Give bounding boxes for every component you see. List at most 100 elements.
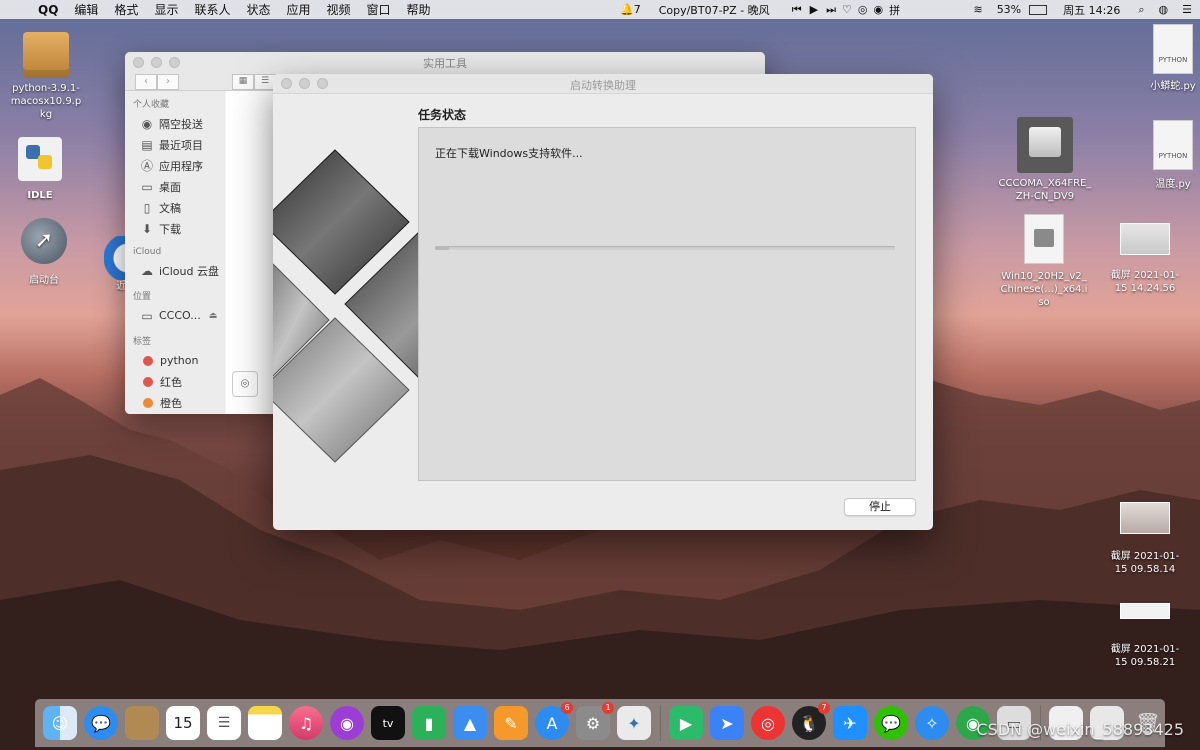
sidebar-item-desktop[interactable]: ▭ 桌面	[125, 176, 225, 197]
feishu-icon[interactable]: ➤	[710, 706, 744, 740]
sidebar-item-documents[interactable]: ▯ 文稿	[125, 197, 225, 218]
desktop-icon-label: 截屏 2021-01-15 09.58.14	[1110, 551, 1180, 575]
desktop-icon-python-file-1[interactable]: PYTHON 小蟒蛇.py	[1140, 24, 1200, 93]
safari-icon[interactable]: ✧	[915, 706, 949, 740]
desktop-icon: ▭	[141, 179, 153, 194]
menu-apps[interactable]: 应用	[278, 1, 318, 18]
sidebar-item-disk[interactable]: ▭ CCCO... ⏏	[125, 305, 225, 326]
menu-edit[interactable]: 编辑	[66, 1, 106, 18]
now-playing-text[interactable]: Copy/BT07-PZ - 晚风	[659, 2, 770, 18]
python-launcher-icon[interactable]: ✦	[617, 706, 651, 740]
clock-text[interactable]: 周五 14:26	[1063, 2, 1120, 18]
menu-contacts[interactable]: 联系人	[186, 1, 238, 18]
stop-button[interactable]: 停止	[844, 498, 916, 516]
app-store-badge: 6	[561, 702, 573, 714]
apple-tv-icon[interactable]: tv	[371, 706, 405, 740]
wifi-icon[interactable]: ≋	[973, 3, 982, 16]
forward-icon[interactable]: ›	[157, 74, 179, 90]
dock-separator	[660, 705, 661, 741]
wechat-icon[interactable]: 💬	[874, 706, 908, 740]
next-track-icon[interactable]: ⏭	[826, 3, 836, 17]
recents-icon: ▤	[141, 137, 153, 152]
desktop-icon-iso[interactable]: Win10_20H2_v2_Chinese(...)_x64.iso	[994, 214, 1094, 309]
spotlight-search-icon[interactable]: ⌕	[1138, 3, 1144, 17]
desktop-icon-label: 截屏 2021-01-15 14.24.56	[1110, 270, 1180, 294]
sidebar-section-icloud: iCloud	[133, 247, 162, 257]
desktop-icon-idle[interactable]: IDLE	[10, 137, 70, 202]
desktop-icon-launchpad[interactable]: ➚ 启动台	[14, 218, 74, 287]
app-menu[interactable]: QQ	[34, 3, 66, 17]
app-store-icon[interactable]: A6	[535, 702, 573, 740]
sidebar-item-downloads[interactable]: ⬇ 下载	[125, 218, 225, 239]
target-icon[interactable]: ◎	[858, 3, 868, 16]
calendar-icon[interactable]: 15	[166, 706, 200, 740]
music-icon[interactable]: ♫	[289, 706, 323, 740]
sidebar-tag-orange[interactable]: 橙色	[125, 392, 225, 413]
icon-view-icon[interactable]: ▦	[232, 74, 254, 90]
sidebar-tag-red[interactable]: 红色	[125, 371, 225, 392]
menu-format[interactable]: 格式	[106, 1, 146, 18]
pages-icon[interactable]: ✎	[494, 706, 528, 740]
messages-icon[interactable]: 💬	[84, 706, 118, 740]
cloud-icon: ☁	[141, 263, 153, 278]
notes-icon[interactable]	[248, 706, 282, 740]
battery-icon[interactable]	[1029, 4, 1048, 15]
siri-icon[interactable]: ◍	[1159, 3, 1169, 16]
desktop-icon-label: 小蟒蛇.py	[1150, 81, 1196, 92]
numbers-icon[interactable]: ▮	[412, 706, 446, 740]
menu-window[interactable]: 窗口	[359, 1, 399, 18]
settings-badge: 1	[602, 702, 614, 714]
disk-icon: ▭	[141, 308, 153, 323]
qq-icon[interactable]: 🐧 7	[792, 702, 830, 740]
notification-bell-icon[interactable]: 🔔	[620, 3, 634, 16]
applications-icon: Ⓐ	[140, 158, 153, 173]
sidebar-tag-python[interactable]: python	[125, 350, 225, 371]
prev-track-icon[interactable]: ⏮	[792, 3, 802, 17]
desktop-icon-python-file-2[interactable]: PYTHON 温度.py	[1140, 120, 1200, 191]
reminders-icon[interactable]: ☰	[207, 706, 241, 740]
desktop-icon-screenshot-2[interactable]: 截屏 2021-01-15 09.58.14	[1100, 502, 1190, 576]
input-method-icon[interactable]: 拼	[889, 2, 900, 18]
netease-music-icon[interactable]: ◎	[751, 706, 785, 740]
disk-drive-icon	[1017, 117, 1073, 173]
desktop-icon-label: 截屏 2021-01-15 09.58.21	[1110, 644, 1180, 668]
menu-view[interactable]: 显示	[146, 1, 186, 18]
podcasts-icon[interactable]: ◉	[330, 706, 364, 740]
menu-bar: QQ 编辑 格式 显示 联系人 状态 应用 视频 窗口 帮助 🔔 7 Copy/…	[0, 0, 1200, 19]
download-icon: ⬇	[141, 221, 153, 236]
sidebar-section-locations: 位置	[133, 292, 152, 302]
sidebar-section-tags: 标签	[133, 337, 152, 347]
finder-title: 实用工具	[423, 57, 467, 70]
desktop-icon-screenshot-1[interactable]: 截屏 2021-01-15 14.24.56	[1100, 223, 1190, 295]
desktop-icon-label: 启动台	[29, 275, 59, 286]
system-preferences-icon[interactable]: ⚙ 1	[576, 702, 614, 740]
dingtalk-icon[interactable]: ✈	[833, 706, 867, 740]
desktop-icon-disk-image[interactable]: CCCOMA_X64FRE_ZH-CN_DV9	[990, 117, 1100, 203]
heart-icon[interactable]: ♡	[842, 3, 852, 16]
sidebar-item-applications[interactable]: Ⓐ 应用程序	[125, 155, 225, 176]
play-icon[interactable]: ▶	[810, 3, 818, 16]
sidebar-item-icloud-drive[interactable]: ☁ iCloud 云盘	[125, 260, 225, 281]
finder-sidebar: 个人收藏 ◉ 隔空投送 ▤ 最近项目 Ⓐ 应用程序 ▭ 桌面 ▯ 文稿 ⬇ 下载 iClou…	[125, 91, 225, 414]
back-icon[interactable]: ‹	[135, 74, 157, 90]
desktop-icon-screenshot-3[interactable]: 截屏 2021-01-15 09.58.21	[1100, 603, 1190, 669]
music-app-icon[interactable]: ◉	[873, 3, 883, 16]
eject-icon[interactable]: ⏏	[209, 311, 218, 321]
menu-status[interactable]: 状态	[238, 1, 278, 18]
document-icon: ▯	[143, 200, 151, 215]
contacts-icon[interactable]	[125, 706, 159, 740]
sidebar-item-airdrop[interactable]: ◉ 隔空投送	[125, 113, 225, 134]
task-status-heading: 任务状态	[418, 108, 467, 122]
screenshot-app-icon[interactable]: ⌾	[232, 371, 258, 397]
rocket-icon: ➚	[21, 218, 67, 264]
finder-icon[interactable]: ☺	[43, 706, 77, 740]
battery-percent: 53%	[996, 3, 1022, 16]
desktop-icon-label: python-3.9.1-macosx10.9.pkg	[10, 83, 82, 120]
video-player-icon[interactable]: ▶	[669, 706, 703, 740]
notification-center-icon[interactable]: ☰	[1182, 3, 1192, 16]
sidebar-item-recents[interactable]: ▤ 最近项目	[125, 134, 225, 155]
menu-help[interactable]: 帮助	[399, 1, 439, 18]
keynote-icon[interactable]: ▲	[453, 706, 487, 740]
desktop-icon-python-pkg[interactable]: python-3.9.1-macosx10.9.pkg	[2, 32, 90, 121]
menu-video[interactable]: 视频	[319, 1, 359, 18]
